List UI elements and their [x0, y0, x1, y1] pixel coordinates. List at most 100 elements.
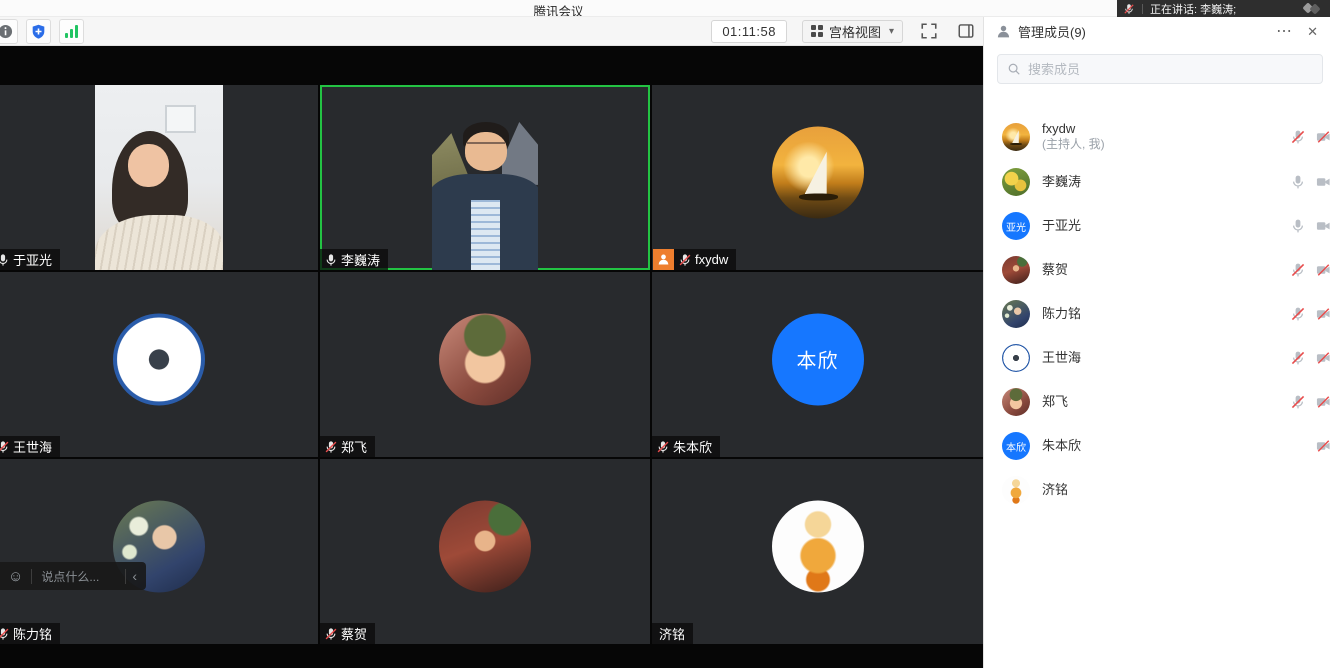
host-badge-icon [653, 249, 674, 270]
mic-muted-icon [678, 253, 692, 267]
fullscreen-icon [920, 22, 938, 40]
video-tile-yuyaguang[interactable]: 于亚光 [0, 85, 318, 270]
member-name: 陈力铭 [1042, 306, 1081, 322]
mic-muted-icon[interactable] [1290, 306, 1306, 322]
mic-on-icon[interactable] [1290, 174, 1306, 190]
members-panel: 管理成员(9) ⋯ ✕ fxydw (主持人, 我) [983, 17, 1330, 668]
fullscreen-button[interactable] [918, 20, 940, 42]
camera-muted-icon[interactable] [1316, 129, 1330, 144]
mic-muted-icon[interactable] [1290, 394, 1306, 410]
video-tile-liweitao[interactable]: 李巍涛 [320, 85, 650, 270]
member-name: 济铭 [1042, 482, 1068, 498]
camera-icon[interactable] [1316, 175, 1330, 190]
view-mode-label: 宫格视图 [829, 22, 881, 41]
emoji-icon[interactable]: ☺ [8, 568, 23, 585]
info-icon [0, 24, 13, 39]
network-quality-button[interactable] [59, 19, 84, 44]
tile-name-label: 李巍涛 [320, 249, 388, 270]
meeting-info-button[interactable] [0, 19, 18, 44]
member-row-yuyaguang[interactable]: 亚光 于亚光 [984, 204, 1330, 248]
member-row-wangshihai[interactable]: 王世海 [984, 336, 1330, 380]
member-row-zhubenxin[interactable]: 本欣 朱本欣 [984, 424, 1330, 468]
camera-muted-icon[interactable] [1316, 439, 1330, 454]
member-row-zhengfei[interactable]: 郑飞 [984, 380, 1330, 424]
mic-on-icon[interactable] [1290, 218, 1306, 234]
divider [125, 569, 126, 584]
mic-muted-icon[interactable] [1290, 262, 1306, 278]
avatar: 本欣 [772, 313, 864, 405]
video-tile-fxydw[interactable]: fxydw [652, 85, 983, 270]
mic-muted-icon [324, 440, 338, 454]
camera-muted-icon[interactable] [1316, 351, 1330, 366]
divider [1142, 4, 1143, 14]
member-row-fxydw[interactable]: fxydw (主持人, 我) [984, 113, 1330, 160]
avatar [772, 126, 864, 218]
video-stage: 于亚光 李巍涛 fxydw [0, 46, 983, 668]
member-avatar [1002, 256, 1030, 284]
video-tile-jiming[interactable]: 济铭 [652, 459, 983, 644]
member-row-caihe[interactable]: 蔡贺 [984, 248, 1330, 292]
member-avatar: 亚光 [1002, 212, 1030, 240]
mic-on-icon [0, 253, 10, 267]
camera-muted-icon[interactable] [1316, 307, 1330, 322]
member-name: fxydw [1042, 121, 1105, 137]
member-avatar: 本欣 [1002, 432, 1030, 460]
more-options-button[interactable]: ⋯ [1276, 24, 1293, 40]
members-panel-header: 管理成员(9) ⋯ ✕ [984, 17, 1330, 46]
caret-down-icon: ▾ [889, 26, 894, 37]
member-role: (主持人, 我) [1042, 137, 1105, 152]
member-avatar [1002, 300, 1030, 328]
member-avatar [1002, 344, 1030, 372]
close-panel-button[interactable]: ✕ [1307, 25, 1318, 38]
mic-muted-icon[interactable] [1290, 350, 1306, 366]
video-tile-chenliming[interactable]: 陈力铭 [0, 459, 318, 644]
member-row-liweitao[interactable]: 李巍涛 [984, 160, 1330, 204]
grid-view-icon [811, 25, 823, 37]
side-panel-toggle-button[interactable] [955, 20, 977, 42]
avatar [439, 313, 531, 405]
meeting-timer: 01:11:58 [711, 20, 787, 43]
video-grid: 于亚光 李巍涛 fxydw [0, 85, 983, 644]
chat-input[interactable]: 说点什么... [32, 568, 125, 585]
avatar [113, 313, 205, 405]
tile-name-label: 蔡贺 [320, 623, 375, 644]
member-name: 朱本欣 [1042, 438, 1081, 454]
meeting-logo-icon [1302, 2, 1324, 15]
view-mode-dropdown[interactable]: 宫格视图 ▾ [802, 20, 903, 43]
video-tile-wangshihai[interactable]: 王世海 [0, 272, 318, 457]
tile-name-label: 于亚光 [0, 249, 60, 270]
member-row-chenliming[interactable]: 陈力铭 [984, 292, 1330, 336]
member-name: 蔡贺 [1042, 262, 1068, 278]
meeting-window: 腾讯会议 正在讲话: 李巍涛; 01:11:58 宫格视图 ▾ [0, 0, 1330, 668]
quick-chat-bar[interactable]: ☺ 说点什么... ‹ [0, 562, 146, 590]
tile-name-label: 郑飞 [320, 436, 375, 457]
tile-name-label: 朱本欣 [652, 436, 720, 457]
camera-muted-icon[interactable] [1316, 263, 1330, 278]
member-row-jiming[interactable]: 济铭 [984, 468, 1330, 512]
search-input[interactable] [1028, 62, 1313, 77]
mic-muted-icon [0, 440, 10, 454]
member-avatar [1002, 123, 1030, 151]
video-feed [95, 85, 223, 270]
tile-name-label: 陈力铭 [0, 623, 60, 644]
member-avatar [1002, 388, 1030, 416]
member-avatar [1002, 476, 1030, 504]
members-panel-title: 管理成员(9) [1018, 22, 1276, 41]
tile-name-label: 济铭 [652, 623, 693, 644]
mic-on-icon [324, 253, 338, 267]
member-search-box[interactable] [997, 54, 1323, 84]
mic-muted-icon [1123, 3, 1135, 15]
member-name: 于亚光 [1042, 218, 1081, 234]
camera-icon[interactable] [1316, 219, 1330, 234]
video-tile-caihe[interactable]: 蔡贺 [320, 459, 650, 644]
mic-muted-icon [0, 627, 10, 641]
video-tile-zhengfei[interactable]: 郑飞 [320, 272, 650, 457]
meeting-security-button[interactable] [26, 19, 51, 44]
mic-muted-icon [324, 627, 338, 641]
tile-name-label: fxydw [674, 249, 736, 270]
member-name: 郑飞 [1042, 394, 1068, 410]
mic-muted-icon[interactable] [1290, 129, 1306, 145]
collapse-chevron-icon[interactable]: ‹ [132, 568, 137, 584]
video-tile-zhubenxin[interactable]: 本欣 朱本欣 [652, 272, 983, 457]
camera-muted-icon[interactable] [1316, 395, 1330, 410]
